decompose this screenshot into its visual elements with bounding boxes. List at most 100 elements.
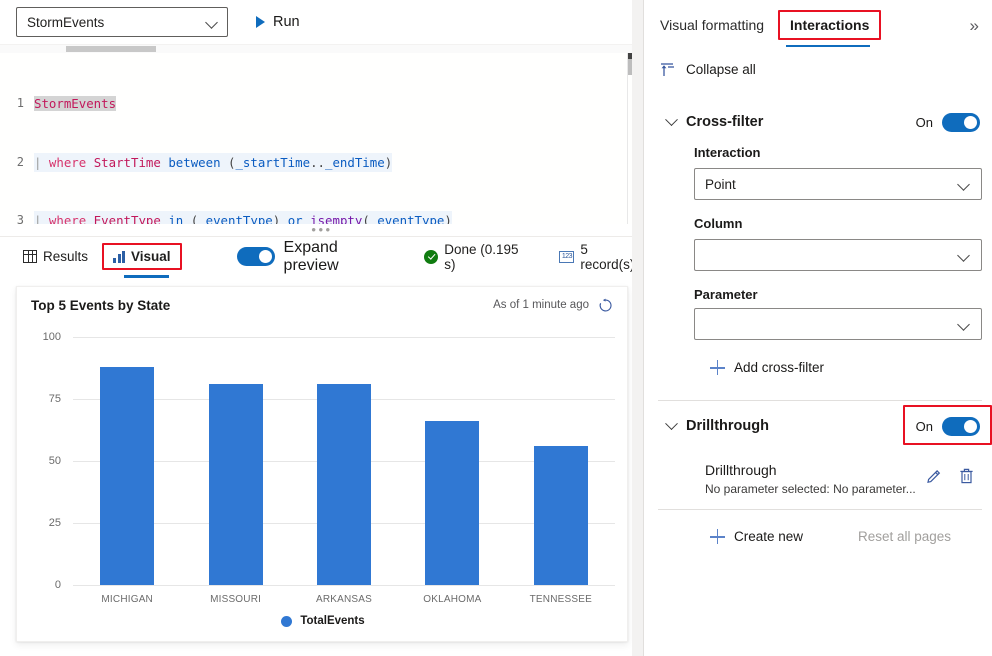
chevron-down-icon[interactable] — [656, 422, 686, 431]
drillthrough-item-divider — [658, 509, 982, 510]
toggle-knob — [259, 250, 272, 263]
query-status: Done (0.195 s) — [424, 242, 531, 272]
parameter-select[interactable] — [694, 308, 982, 340]
section-cross-filter-header: Cross-filter On — [644, 107, 992, 137]
chart-as-of-label: As of 1 minute ago — [493, 299, 589, 311]
pencil-icon[interactable] — [925, 468, 943, 491]
chart-y-tick-label: 75 — [29, 393, 61, 405]
chart-y-tick-label: 100 — [29, 331, 61, 343]
tab-visual[interactable]: Visual — [102, 243, 182, 270]
create-new-label: Create new — [734, 529, 803, 544]
query-pane: StormEvents Run 1 StormEvents — [0, 0, 644, 656]
chevron-down-icon — [958, 178, 971, 191]
chevron-down-icon — [958, 249, 971, 262]
chevron-down-icon — [958, 318, 971, 331]
splitter-dots-icon: ••• — [311, 227, 332, 233]
drillthrough-item-title: Drillthrough — [705, 462, 777, 478]
chevron-down-icon — [206, 16, 219, 29]
play-icon — [256, 16, 265, 28]
expand-preview-label: Expand preview — [284, 239, 395, 275]
run-button[interactable]: Run — [250, 10, 306, 34]
editor-minimap-divider — [627, 53, 628, 225]
chart-bar[interactable] — [100, 367, 154, 585]
parameter-label: Parameter — [694, 287, 758, 302]
tab-results-label: Results — [43, 249, 88, 264]
tab-visual-active-underline — [124, 275, 169, 278]
cross-filter-toggle-group[interactable]: On — [916, 113, 980, 132]
query-status-label: Done (0.195 s) — [444, 242, 531, 272]
tab-interactions-active-underline — [786, 45, 870, 48]
tab-interactions[interactable]: Interactions — [778, 10, 881, 40]
database-select[interactable]: StormEvents — [16, 7, 228, 37]
pane-splitter-handle[interactable]: ••• — [0, 224, 644, 236]
chart-x-tick-label: TENNESSEE — [530, 594, 592, 605]
chart-y-tick-label: 0 — [29, 579, 61, 591]
chevron-double-right-icon[interactable]: » — [970, 17, 979, 34]
chart-bar[interactable] — [534, 446, 588, 585]
tab-interactions-label: Interactions — [790, 17, 869, 33]
panel-tabs: Visual formatting Interactions » — [644, 4, 992, 46]
chart-legend: TotalEvents — [17, 615, 629, 627]
code-line: 2 | where StartTime between (_startTime.… — [0, 153, 627, 173]
create-new-button[interactable]: Create new — [710, 529, 803, 544]
line-text: | where StartTime between (_startTime.._… — [34, 153, 392, 173]
legend-swatch — [281, 616, 292, 627]
tab-visual-label: Visual — [131, 249, 171, 264]
chart-y-tick-label: 50 — [29, 455, 61, 467]
chart-x-tick-label: MICHIGAN — [101, 594, 153, 605]
section-drillthrough-title: Drillthrough — [686, 418, 769, 434]
collapse-all-label: Collapse all — [686, 62, 756, 77]
line-number: 1 — [0, 94, 34, 114]
expand-preview-control[interactable]: Expand preview — [237, 239, 395, 275]
interaction-select[interactable]: Point — [694, 168, 982, 200]
chart-title: Top 5 Events by State — [31, 298, 170, 313]
collapse-all-icon — [660, 62, 676, 77]
number-badge-icon: 123 — [559, 251, 574, 263]
add-cross-filter-label: Add cross-filter — [734, 360, 824, 375]
code-line: 1 StormEvents — [0, 94, 627, 114]
chevron-down-icon[interactable] — [656, 118, 686, 127]
tab-visual-formatting[interactable]: Visual formatting — [660, 17, 764, 33]
grid-icon — [23, 250, 37, 263]
chart-bar[interactable] — [425, 421, 479, 585]
section-divider — [658, 400, 982, 401]
add-cross-filter-button[interactable]: Add cross-filter — [710, 360, 824, 375]
expand-preview-toggle[interactable] — [237, 247, 275, 266]
collapse-all-button[interactable]: Collapse all — [660, 62, 756, 77]
cross-filter-toggle[interactable] — [942, 113, 980, 132]
chart-gridline — [73, 585, 615, 586]
database-select-value: StormEvents — [27, 15, 206, 30]
reset-all-pages-button[interactable]: Reset all pages — [858, 529, 951, 544]
query-editor[interactable]: 1 StormEvents 2 | where StartTime betwee… — [0, 44, 644, 224]
refresh-icon[interactable] — [598, 298, 613, 313]
chart-plot-area[interactable]: 0255075100MICHIGANMISSOURIARKANSASOKLAHO… — [17, 323, 629, 643]
column-select[interactable] — [694, 239, 982, 271]
app-root: StormEvents Run 1 StormEvents — [0, 0, 992, 656]
query-toolbar: StormEvents Run — [0, 0, 644, 44]
editor-horizontal-scrollbar[interactable] — [0, 45, 644, 53]
chart-gridline — [73, 337, 615, 338]
chart-x-tick-label: ARKANSAS — [316, 594, 372, 605]
tab-results[interactable]: Results — [23, 249, 88, 264]
chart-bar[interactable] — [209, 384, 263, 585]
bar-chart-icon — [113, 251, 125, 263]
line-number: 3 — [0, 211, 34, 225]
trash-icon[interactable] — [958, 467, 976, 491]
editor-horizontal-scrollbar-thumb[interactable] — [66, 46, 156, 52]
drillthrough-item-subtitle: No parameter selected: No parameter... — [705, 482, 916, 496]
interaction-select-value: Point — [705, 177, 958, 192]
toggle-knob — [964, 116, 977, 129]
chart-card: Top 5 Events by State As of 1 minute ago… — [16, 286, 628, 642]
plus-icon — [710, 529, 725, 544]
line-number: 2 — [0, 153, 34, 173]
chart-bar[interactable] — [317, 384, 371, 585]
cross-filter-toggle-state: On — [916, 115, 933, 130]
section-cross-filter-title: Cross-filter — [686, 114, 763, 130]
run-button-label: Run — [273, 14, 300, 30]
plus-icon — [710, 360, 725, 375]
chart-x-tick-label: MISSOURI — [210, 594, 261, 605]
column-label: Column — [694, 216, 742, 231]
code-area[interactable]: 1 StormEvents 2 | where StartTime betwee… — [0, 55, 627, 225]
success-check-icon — [424, 250, 438, 264]
chart-y-tick-label: 25 — [29, 517, 61, 529]
